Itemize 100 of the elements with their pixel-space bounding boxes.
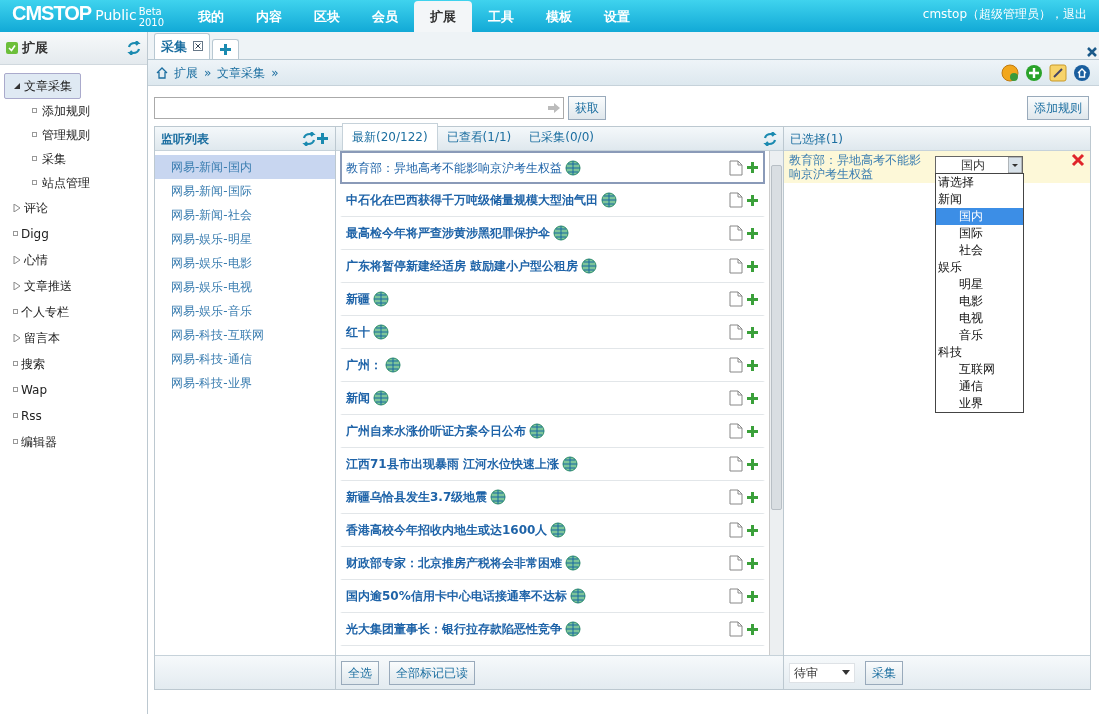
- dropdown-option[interactable]: 请选择: [936, 174, 1023, 191]
- document-icon[interactable]: [729, 357, 743, 373]
- article-link[interactable]: 财政部专家：北京推房产税将会非常困难: [346, 554, 562, 572]
- refresh-icon[interactable]: [763, 132, 777, 146]
- add-icon[interactable]: [746, 259, 759, 273]
- watch-list-item[interactable]: 网易-娱乐-电影: [155, 251, 335, 275]
- delete-icon[interactable]: [1071, 153, 1085, 167]
- watch-list-item[interactable]: 网易-娱乐-电视: [155, 275, 335, 299]
- sidebar-item[interactable]: Rss: [4, 402, 51, 429]
- scrollbar[interactable]: [769, 151, 783, 655]
- watch-list-item[interactable]: 网易-新闻-社会: [155, 203, 335, 227]
- sidebar-item[interactable]: 评论: [4, 194, 57, 221]
- add-icon[interactable]: [746, 490, 759, 504]
- collapsed-arrow-icon[interactable]: [13, 203, 21, 212]
- article-link[interactable]: 广东将暂停新建经适房 鼓励建小户型公租房: [346, 257, 579, 275]
- sidebar-subitem[interactable]: 添加规则: [42, 101, 90, 120]
- close-icon[interactable]: [1085, 45, 1099, 59]
- fetch-button[interactable]: 获取: [568, 96, 606, 120]
- add-icon[interactable]: [746, 523, 759, 537]
- collect-button[interactable]: 采集: [865, 660, 903, 685]
- refresh-icon[interactable]: [127, 40, 141, 55]
- dropdown-option[interactable]: 明星: [936, 276, 1023, 293]
- document-icon[interactable]: [729, 192, 743, 208]
- watch-list-item[interactable]: 网易-科技-互联网: [155, 323, 335, 347]
- rss-add-icon[interactable]: [1001, 63, 1019, 82]
- edit-icon[interactable]: [1049, 63, 1067, 82]
- watch-list-item[interactable]: 网易-娱乐-明星: [155, 227, 335, 251]
- sidebar-subitem[interactable]: 管理规则: [42, 125, 90, 144]
- breadcrumb-link[interactable]: 文章采集: [217, 63, 266, 82]
- document-icon[interactable]: [729, 291, 743, 307]
- home-icon[interactable]: [1073, 63, 1091, 82]
- dropdown-option[interactable]: 娱乐: [936, 259, 1023, 276]
- arrow-icon[interactable]: [548, 103, 560, 113]
- watch-list-item[interactable]: 网易-科技-业界: [155, 371, 335, 395]
- category-select[interactable]: 国内: [935, 156, 1023, 174]
- document-icon[interactable]: [729, 522, 743, 538]
- dropdown-arrow-icon[interactable]: [842, 670, 850, 675]
- document-icon[interactable]: [729, 621, 743, 637]
- add-icon[interactable]: [746, 161, 759, 174]
- article-link[interactable]: 国内逾50%信用卡中心电话接通率不达标: [346, 587, 567, 605]
- status-select[interactable]: 待审: [789, 662, 855, 683]
- collapsed-arrow-icon[interactable]: [13, 255, 21, 264]
- watch-list-item[interactable]: 网易-新闻-国际: [155, 179, 335, 203]
- document-icon[interactable]: [729, 225, 743, 241]
- feed-tab[interactable]: 最新(20/122): [342, 123, 438, 150]
- feed-tab[interactable]: 已采集(0/0): [520, 124, 603, 150]
- sidebar-item[interactable]: 留言本: [4, 324, 69, 351]
- watch-list-item[interactable]: 网易-娱乐-音乐: [155, 299, 335, 323]
- document-icon[interactable]: [729, 159, 743, 176]
- add-icon[interactable]: [746, 292, 759, 306]
- article-link[interactable]: 新疆: [346, 290, 370, 308]
- add-icon[interactable]: [746, 358, 759, 372]
- sidebar-item[interactable]: 编辑器: [4, 428, 66, 455]
- sidebar-item[interactable]: Digg: [4, 220, 58, 247]
- dropdown-option[interactable]: 通信: [936, 378, 1023, 395]
- collapsed-arrow-icon[interactable]: [13, 281, 21, 290]
- add-icon[interactable]: [746, 424, 759, 438]
- add-icon[interactable]: [746, 589, 759, 603]
- dropdown-option[interactable]: 科技: [936, 344, 1023, 361]
- article-link[interactable]: 红十: [346, 323, 370, 341]
- article-link[interactable]: 光大集团董事长：银行拉存款陷恶性竞争: [346, 620, 562, 638]
- article-link[interactable]: 广州自来水涨价听证方案今日公布: [346, 422, 526, 440]
- add-icon[interactable]: [746, 325, 759, 339]
- article-link[interactable]: 新疆乌恰县发生3.7级地震: [346, 488, 488, 506]
- dropdown-option[interactable]: 新闻: [936, 191, 1023, 208]
- collapsed-arrow-icon[interactable]: [13, 333, 21, 342]
- add-icon[interactable]: [1025, 63, 1043, 82]
- add-icon[interactable]: [219, 43, 232, 56]
- action-button[interactable]: 全选: [341, 660, 379, 685]
- breadcrumb-link[interactable]: 扩展: [174, 63, 198, 82]
- article-link[interactable]: 最高检今年将严查涉黄涉黑犯罪保护伞: [346, 224, 550, 242]
- document-icon[interactable]: [729, 258, 743, 274]
- home-icon[interactable]: [156, 66, 168, 79]
- document-icon[interactable]: [729, 456, 743, 472]
- feed-tab[interactable]: 已查看(1/1): [437, 124, 521, 150]
- dropdown-option[interactable]: 国内: [936, 208, 1023, 225]
- add-icon[interactable]: [746, 226, 759, 240]
- document-icon[interactable]: [729, 489, 743, 505]
- expanded-arrow-icon[interactable]: [13, 81, 21, 90]
- add-rule-button[interactable]: 添加规则: [1027, 96, 1089, 120]
- dropdown-option[interactable]: 业界: [936, 395, 1023, 412]
- document-icon[interactable]: [729, 555, 743, 571]
- url-input-field[interactable]: [154, 97, 564, 119]
- sidebar-item[interactable]: 文章采集: [4, 72, 81, 99]
- dropdown-option[interactable]: 社会: [936, 242, 1023, 259]
- add-icon[interactable]: [316, 132, 329, 145]
- dropdown-option[interactable]: 国际: [936, 225, 1023, 242]
- add-icon[interactable]: [746, 556, 759, 570]
- sidebar-item[interactable]: 心情: [4, 246, 57, 273]
- refresh-icon[interactable]: [302, 131, 316, 146]
- document-icon[interactable]: [729, 324, 743, 340]
- dropdown-option[interactable]: 电影: [936, 293, 1023, 310]
- sidebar-item[interactable]: 搜索: [4, 350, 54, 377]
- article-link[interactable]: 新闻: [346, 389, 370, 407]
- add-icon[interactable]: [746, 193, 759, 207]
- add-icon[interactable]: [746, 391, 759, 405]
- sidebar-subitem[interactable]: 站点管理: [42, 173, 90, 192]
- sidebar-item[interactable]: Wap: [4, 376, 57, 403]
- sidebar-item[interactable]: 文章推送: [4, 272, 81, 299]
- close-icon[interactable]: [193, 41, 203, 52]
